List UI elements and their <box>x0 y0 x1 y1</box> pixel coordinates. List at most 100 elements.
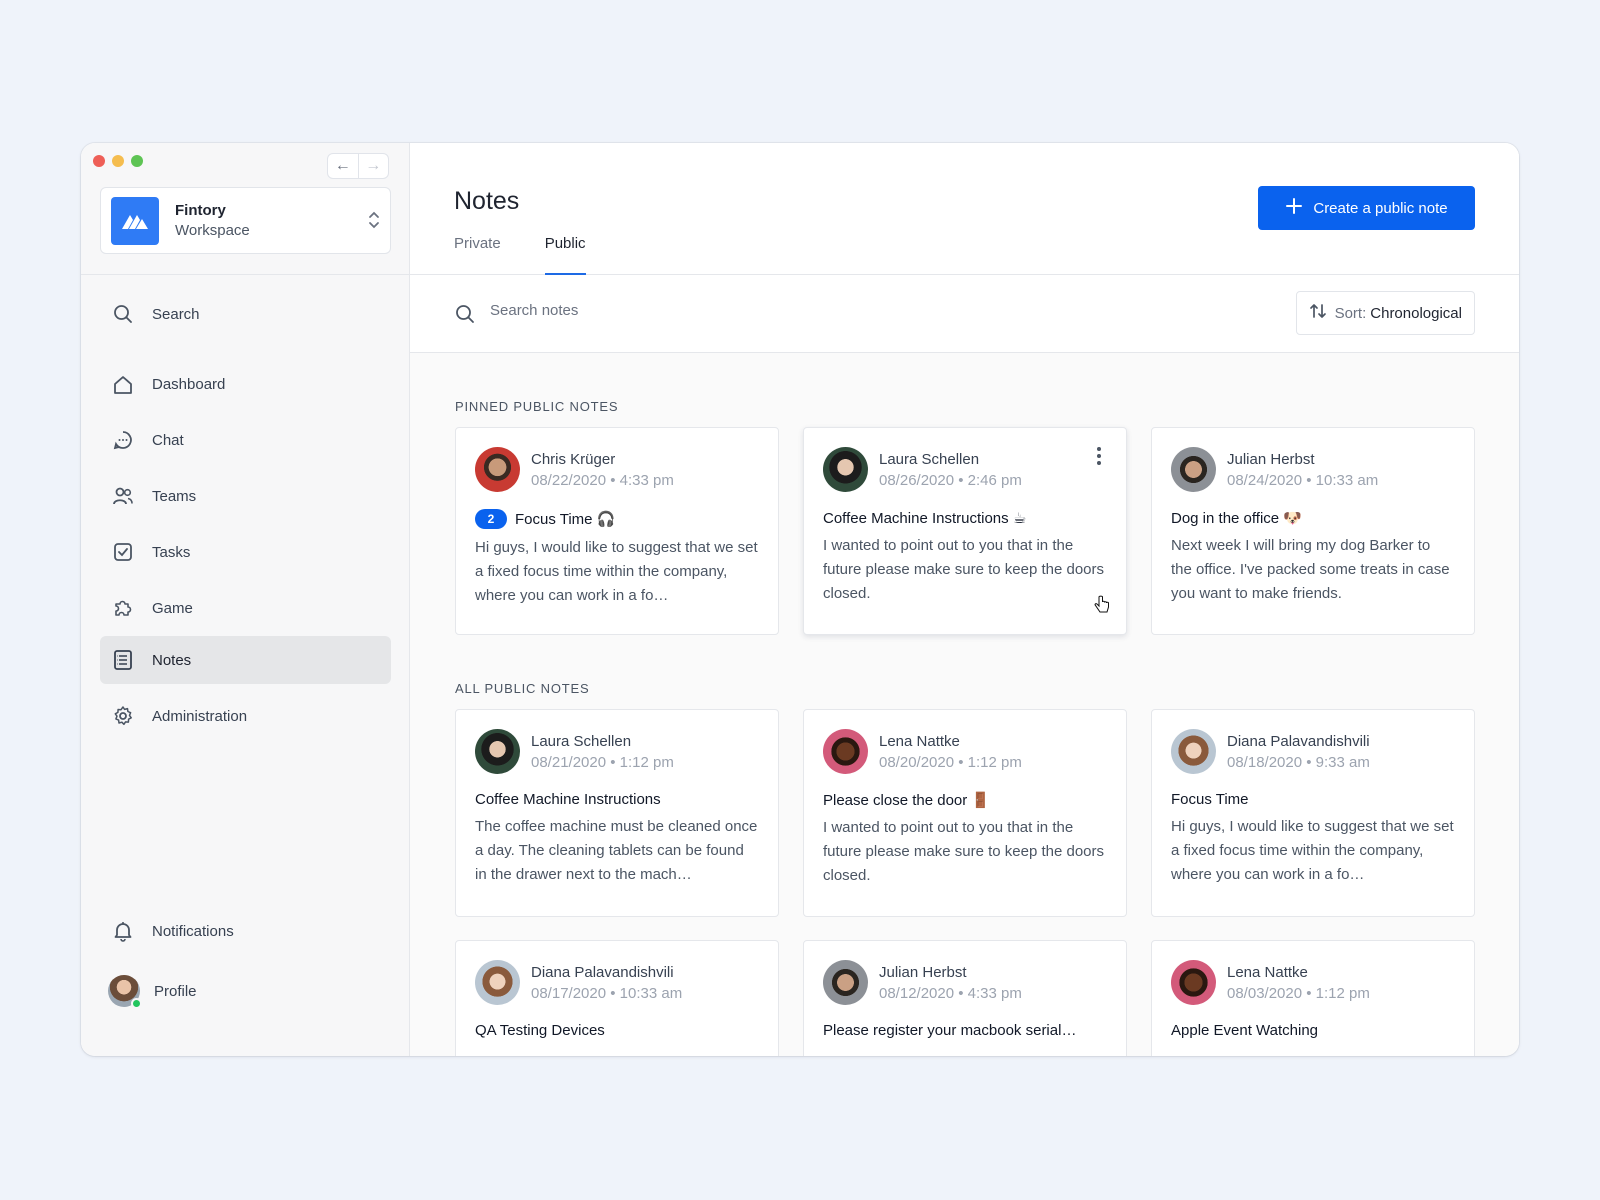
sort-dropdown[interactable]: Sort: Chronological <box>1295 291 1475 335</box>
notes-icon <box>112 649 134 671</box>
puzzle-icon <box>112 597 134 619</box>
sidebar-main-nav: Dashboard Chat Teams Tasks Game Notes Ad… <box>100 357 391 748</box>
note-title: Coffee Machine Instructions <box>475 791 661 808</box>
workspace-logo <box>111 196 159 245</box>
note-card[interactable]: Julian Herbst 08/24/2020 • 10:33 am Dog … <box>1151 427 1475 635</box>
avatar <box>1171 447 1216 492</box>
note-excerpt: I wanted to point out to you that in the… <box>823 537 1105 602</box>
avatar <box>1171 960 1216 1005</box>
sidebar-item-label: Search <box>152 305 200 323</box>
note-excerpt: Hi guys, I would like to suggest that we… <box>475 539 758 604</box>
note-author: Diana Palavandishvili <box>531 963 674 981</box>
close-window-button[interactable] <box>93 155 105 167</box>
note-title: Focus Time <box>1171 791 1249 808</box>
note-author: Julian Herbst <box>1227 450 1315 468</box>
maximize-window-button[interactable] <box>131 155 143 167</box>
create-public-note-button[interactable]: Create a public note <box>1258 186 1475 230</box>
sidebar-item-label: Game <box>152 599 193 617</box>
avatar <box>1171 729 1216 774</box>
note-card[interactable]: Lena Nattke 08/03/2020 • 1:12 pm Apple E… <box>1151 940 1475 1056</box>
note-date: 08/12/2020 • 4:33 pm <box>879 984 1022 1002</box>
gear-icon <box>112 705 134 727</box>
note-excerpt: Hi guys, I would like to suggest that we… <box>1171 818 1454 883</box>
sidebar-item-profile[interactable]: Profile <box>100 959 391 1023</box>
avatar <box>475 447 520 492</box>
sidebar-item-label: Profile <box>154 982 197 1000</box>
note-date: 08/17/2020 • 10:33 am <box>531 984 683 1002</box>
all-notes-heading: ALL PUBLIC NOTES <box>455 681 590 696</box>
main-content: Notes Private Public Create a public not… <box>410 143 1519 1056</box>
search-icon <box>455 304 475 329</box>
sidebar-item-label: Administration <box>152 707 248 725</box>
note-title: Focus Time 🎧 <box>515 511 616 528</box>
note-author: Julian Herbst <box>879 963 967 981</box>
avatar <box>475 960 520 1005</box>
checkbox-icon <box>112 541 134 563</box>
sidebar-item-label: Notes <box>152 651 192 669</box>
note-date: 08/03/2020 • 1:12 pm <box>1227 984 1370 1002</box>
pinned-notes-heading: PINNED PUBLIC NOTES <box>455 399 619 414</box>
tab-private[interactable]: Private <box>454 235 501 275</box>
sidebar-item-administration[interactable]: Administration <box>100 684 391 748</box>
sidebar-item-teams[interactable]: Teams <box>100 468 391 524</box>
note-date: 08/20/2020 • 1:12 pm <box>879 753 1022 771</box>
note-title: Please close the door 🚪 <box>823 792 991 809</box>
sidebar-item-notes[interactable]: Notes <box>100 636 391 684</box>
avatar <box>823 729 868 774</box>
history-navigation: ← → <box>327 153 389 179</box>
note-author: Lena Nattke <box>1227 963 1308 981</box>
tab-public[interactable]: Public <box>544 235 586 275</box>
sidebar-item-chat[interactable]: Chat <box>100 412 391 468</box>
note-date: 08/21/2020 • 1:12 pm <box>531 753 674 771</box>
more-options-icon[interactable] <box>1096 446 1102 471</box>
home-icon <box>112 374 134 396</box>
forward-arrow-icon[interactable]: → <box>357 154 389 178</box>
note-excerpt: The coffee machine must be cleaned once … <box>475 818 758 883</box>
users-icon <box>112 485 134 507</box>
sort-label: Sort: <box>1334 304 1367 322</box>
search-notes-input[interactable] <box>490 302 790 319</box>
note-title: Dog in the office 🐶 <box>1171 510 1302 527</box>
search-bar: Sort: Chronological <box>410 275 1519 353</box>
note-card[interactable]: Diana Palavandishvili 08/17/2020 • 10:33… <box>455 940 779 1056</box>
note-date: 08/18/2020 • 9:33 am <box>1227 753 1370 771</box>
note-excerpt: I wanted to point out to you that in the… <box>823 819 1105 884</box>
create-button-label: Create a public note <box>1313 199 1448 217</box>
app-window: ← → Fintory Workspace Search Dashboard C… <box>81 143 1519 1056</box>
back-arrow-icon[interactable]: ← <box>328 154 358 178</box>
sidebar-item-notifications[interactable]: Notifications <box>100 903 391 959</box>
page-title: Notes <box>454 187 520 215</box>
note-author: Laura Schellen <box>879 450 980 468</box>
window-controls <box>93 155 143 167</box>
sidebar-bottom-nav: Notifications Profile <box>100 903 391 1023</box>
comment-count-badge: 2 <box>475 509 507 529</box>
minimize-window-button[interactable] <box>112 155 124 167</box>
note-card[interactable]: Julian Herbst 08/12/2020 • 4:33 pm Pleas… <box>803 940 1127 1056</box>
note-card[interactable]: Diana Palavandishvili 08/18/2020 • 9:33 … <box>1151 709 1475 917</box>
sort-value: Chronological <box>1370 304 1462 322</box>
workspace-switcher[interactable]: Fintory Workspace <box>100 187 391 254</box>
note-title: QA Testing Devices <box>475 1022 605 1039</box>
sidebar-item-search[interactable]: Search <box>100 290 391 338</box>
sidebar-item-dashboard[interactable]: Dashboard <box>100 357 391 412</box>
sidebar-item-label: Chat <box>152 431 184 449</box>
note-date: 08/24/2020 • 10:33 am <box>1227 471 1379 489</box>
sidebar-item-game[interactable]: Game <box>100 580 391 636</box>
note-title: Please register your macbook serial… <box>823 1022 1077 1039</box>
note-card[interactable]: Laura Schellen 08/26/2020 • 2:46 pm Coff… <box>803 427 1127 635</box>
avatar <box>475 729 520 774</box>
online-status-indicator <box>131 998 142 1009</box>
note-date: 08/22/2020 • 4:33 pm <box>531 471 674 489</box>
note-card[interactable]: Lena Nattke 08/20/2020 • 1:12 pm Please … <box>803 709 1127 917</box>
note-card[interactable]: Laura Schellen 08/21/2020 • 1:12 pm Coff… <box>455 709 779 917</box>
note-title: Apple Event Watching <box>1171 1022 1319 1039</box>
sort-arrows-icon <box>1309 302 1327 324</box>
page-header: Notes Private Public Create a public not… <box>410 143 1519 275</box>
avatar <box>823 960 868 1005</box>
bell-icon <box>112 920 134 942</box>
sidebar-item-tasks[interactable]: Tasks <box>100 524 391 580</box>
note-card[interactable]: Chris Krüger 08/22/2020 • 4:33 pm 2 Focu… <box>455 427 779 635</box>
avatar <box>823 447 868 492</box>
note-author: Laura Schellen <box>531 732 632 750</box>
sidebar-nav: Search <box>100 290 391 338</box>
